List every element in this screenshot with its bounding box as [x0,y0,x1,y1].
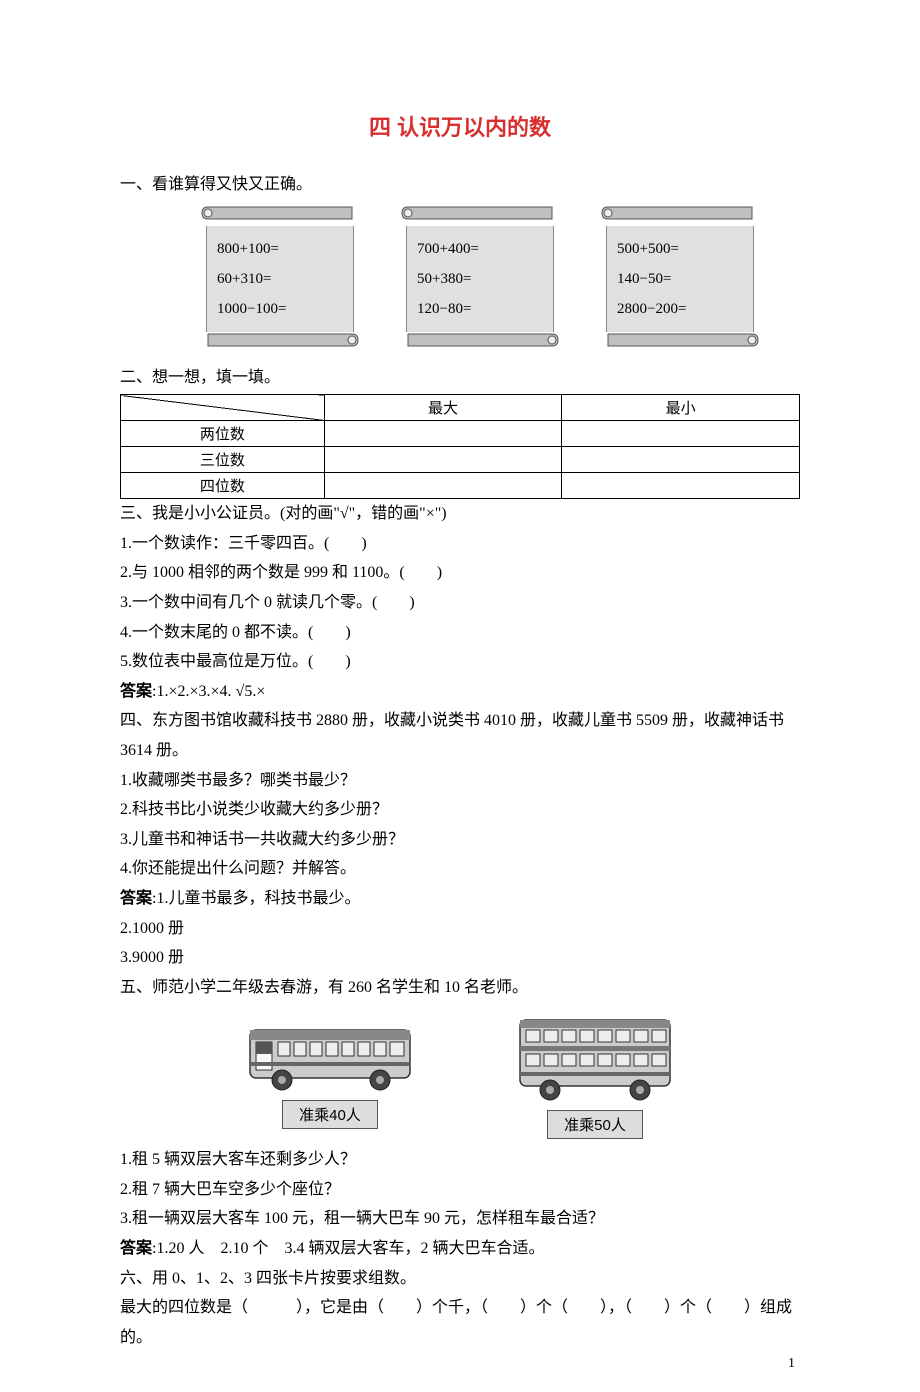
scroll-top-icon [200,205,360,221]
blank-cell [562,473,800,499]
equation: 60+310= [217,264,343,294]
equation: 120−80= [417,294,543,324]
bus-capacity-label: 准乘40人 [282,1100,378,1129]
coach-bus-icon [240,1012,420,1094]
bus-double: 准乘50人 [510,1012,680,1139]
q-item: 2.科技书比小说类少收藏大约多少册？ [120,795,800,825]
answer-text: :1.儿童书最多，科技书最少。 [152,890,360,907]
tf-item: 4.一个数末尾的 0 都不读。( ) [120,618,800,648]
equation: 500+500= [617,234,743,264]
answer-text: :1.×2.×3.×4. √5.× [152,683,265,700]
scroll-top-icon [600,205,760,221]
equation: 800+100= [217,234,343,264]
section-3-answer: 答案:1.×2.×3.×4. √5.× [120,677,800,707]
equation: 140−50= [617,264,743,294]
row-label: 四位数 [121,473,325,499]
scroll-card: 800+100= 60+310= 1000−100= [200,205,360,353]
blank-cell [324,447,562,473]
answer-text: 3.9000 册 [120,943,800,973]
section-3-heading: 三、我是小小公证员。(对的画"√"，错的画"×") [120,499,800,529]
answer-label: 答案 [120,890,152,907]
equation: 700+400= [417,234,543,264]
scroll-top-icon [400,205,560,221]
blank-cell [324,473,562,499]
fill-blank-line: 最大的四位数是（ ），它是由（ ）个千，（ ）个（ ），（ ）个（ ）组成的。 [120,1293,800,1352]
answer-text: :1.20 人 2.10 个 3.4 辆双层大客车，2 辆大巴车合适。 [152,1240,544,1257]
table-corner [121,395,325,421]
section-4-intro: 四、东方图书馆收藏科技书 2880 册，收藏小说类书 4010 册，收藏儿童书 … [120,706,800,765]
blank-cell [562,447,800,473]
q-item: 3.租一辆双层大客车 100 元，租一辆大巴车 90 元，怎样租车最合适？ [120,1204,800,1234]
table-header-max: 最大 [324,395,562,421]
blank-cell [324,421,562,447]
section-5-intro: 五、师范小学二年级去春游，有 260 名学生和 10 名老师。 [120,973,800,1003]
table-row: 四位数 [121,473,800,499]
table-header-min: 最小 [562,395,800,421]
bus-illustrations: 准乘40人 准乘50人 [120,1002,800,1145]
bus-capacity-label: 准乘50人 [547,1110,643,1139]
tf-item: 3.一个数中间有几个 0 就读几个零。( ) [120,588,800,618]
equation: 1000−100= [217,294,343,324]
answer-label: 答案 [120,1240,152,1257]
blank-cell [562,421,800,447]
answer-label: 答案 [120,683,152,700]
equation: 2800−200= [617,294,743,324]
section-5-answer: 答案:1.20 人 2.10 个 3.4 辆双层大客车，2 辆大巴车合适。 [120,1234,800,1264]
q-item: 3.儿童书和神话书一共收藏大约多少册？ [120,825,800,855]
q-item: 1.收藏哪类书最多？哪类书最少？ [120,766,800,796]
tf-item: 5.数位表中最高位是万位。( ) [120,647,800,677]
q-item: 4.你还能提出什么问题？并解答。 [120,854,800,884]
bus-single: 准乘40人 [240,1012,420,1139]
tf-item: 2.与 1000 相邻的两个数是 999 和 1100。( ) [120,558,800,588]
tf-item: 1.一个数读作：三千零四百。( ) [120,529,800,559]
section-6-heading: 六、用 0、1、2、3 四张卡片按要求组数。 [120,1264,800,1294]
q-item: 1.租 5 辆双层大客车还剩多少人？ [120,1145,800,1175]
answer-text: 2.1000 册 [120,914,800,944]
page-number: 1 [788,1356,795,1372]
fill-table: 最大 最小 两位数 三位数 四位数 [120,394,800,499]
q-item: 2.租 7 辆大巴车空多少个座位？ [120,1175,800,1205]
section-1-heading: 一、看谁算得又快又正确。 [120,170,800,200]
page-title: 四 认识万以内的数 [120,110,800,142]
scroll-card: 500+500= 140−50= 2800−200= [600,205,760,353]
scroll-bottom-icon [200,332,360,348]
equation: 50+380= [417,264,543,294]
row-label: 三位数 [121,447,325,473]
table-row: 三位数 [121,447,800,473]
worksheet-page: 四 认识万以内的数 一、看谁算得又快又正确。 800+100= 60+310= … [0,0,920,1392]
section-2-heading: 二、想一想，填一填。 [120,363,800,393]
scroll-card: 700+400= 50+380= 120−80= [400,205,560,353]
scroll-bottom-icon [400,332,560,348]
table-row: 两位数 [121,421,800,447]
scroll-bottom-icon [600,332,760,348]
section-4-answer: 答案:1.儿童书最多，科技书最少。 [120,884,800,914]
calculation-scrolls: 800+100= 60+310= 1000−100= 700+400= 50+3… [120,200,800,363]
row-label: 两位数 [121,421,325,447]
double-decker-bus-icon [510,1012,680,1104]
